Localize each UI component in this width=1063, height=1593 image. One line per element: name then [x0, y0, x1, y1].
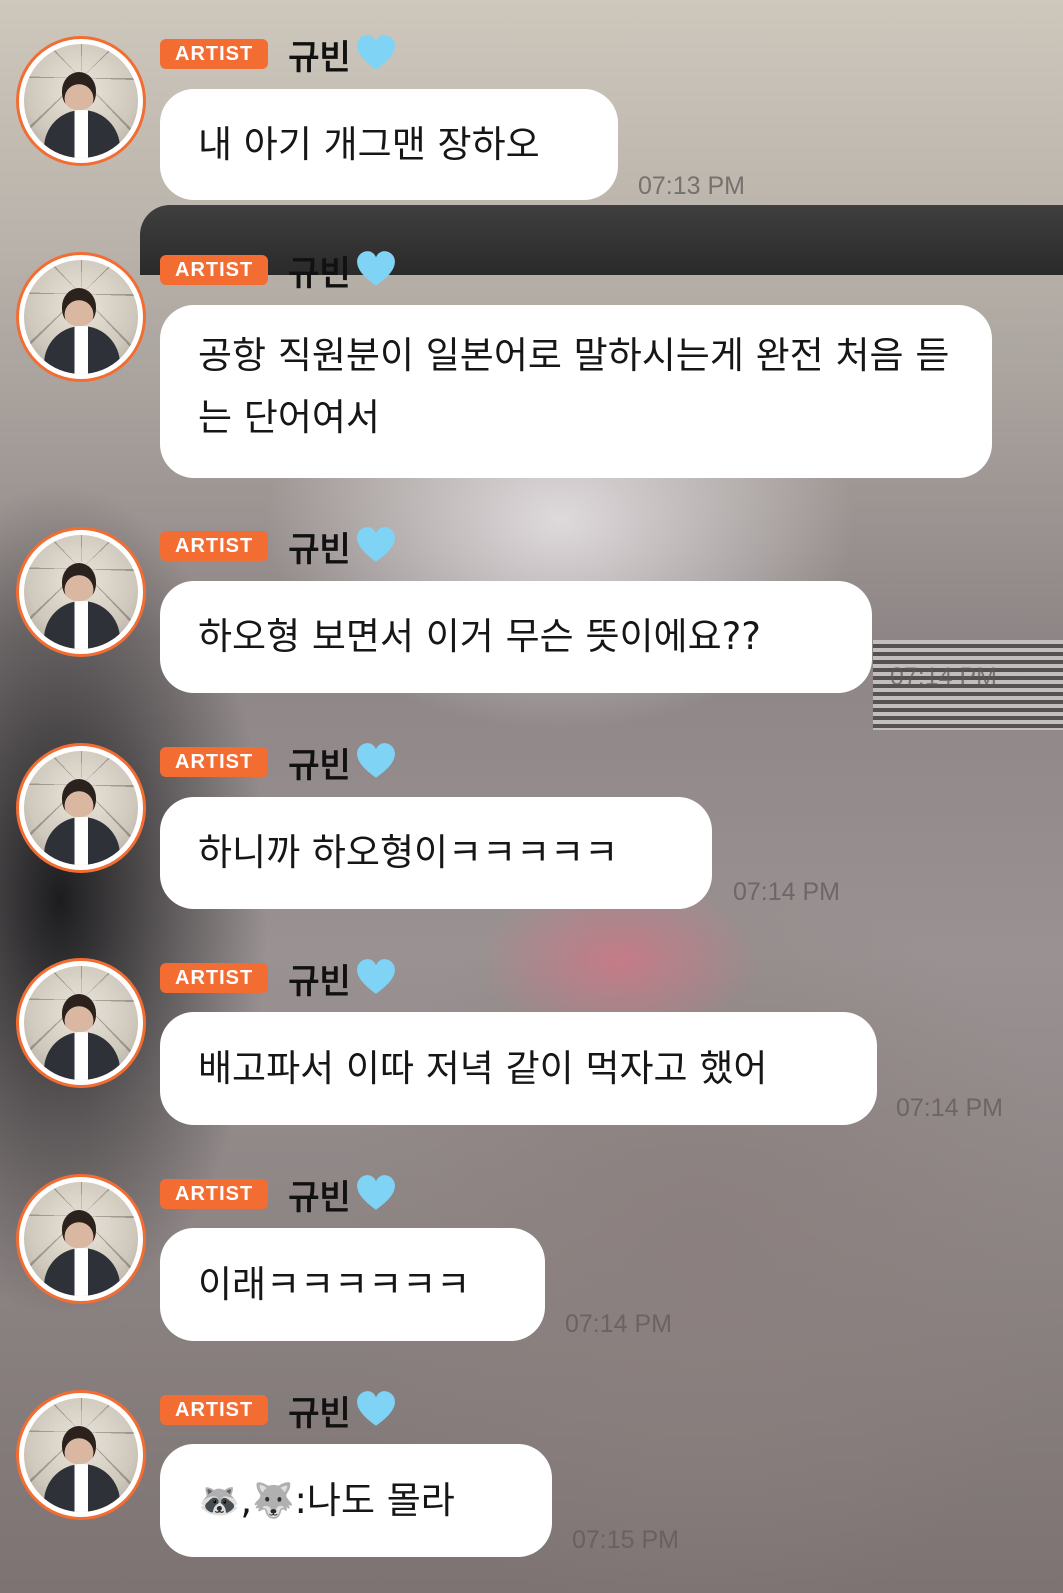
message-header: ARTIST 규빈 — [160, 1390, 397, 1434]
avatar-photo — [24, 535, 138, 649]
message-text: 내 아기 개그맨 장하오 — [198, 122, 540, 166]
message-header: ARTIST 규빈 — [160, 958, 397, 1002]
message-text: 하니까 하오형이ㅋㅋㅋㅋㅋ — [198, 831, 619, 874]
message-text-comma: , — [240, 1478, 253, 1522]
artist-avatar[interactable] — [16, 252, 146, 382]
message-header: ARTIST 규빈 — [160, 250, 397, 294]
message-text: :나도 몰라 — [294, 1478, 455, 1522]
message-timestamp: 07:13 PM — [638, 172, 746, 200]
artist-avatar[interactable] — [16, 36, 146, 166]
message-timestamp: 07:14 PM — [890, 663, 998, 691]
message-bubble: 내 아기 개그맨 장하오 — [160, 89, 618, 200]
artist-avatar[interactable] — [16, 527, 146, 657]
message-text: 배고파서 이따 저녁 같이 먹자고 했어 — [198, 1046, 768, 1090]
sender-name: 규빈 — [288, 529, 351, 570]
avatar-photo — [24, 1398, 138, 1512]
message-header: ARTIST 규빈 — [160, 1174, 397, 1218]
message-bubble: 하니까 하오형이ㅋㅋㅋㅋㅋ — [160, 797, 712, 909]
light-blue-heart-icon — [356, 35, 395, 70]
message-text: 이래ㅋㅋㅋㅋㅋㅋ — [198, 1262, 471, 1306]
sender-name: 규빈 — [288, 1393, 351, 1434]
message-header: ARTIST 규빈 — [160, 34, 397, 78]
wolf-emoji-icon: 🐺 — [252, 1480, 295, 1521]
avatar-photo — [24, 1182, 138, 1296]
artist-avatar[interactable] — [16, 1174, 146, 1304]
avatar-photo — [24, 260, 138, 374]
message-header: ARTIST 규빈 — [160, 742, 397, 786]
light-blue-heart-icon — [356, 743, 395, 778]
message-bubble: 공항 직원분이 일본어로 말하시는게 완전 처음 듣는 단어여서 — [160, 305, 992, 478]
message-timestamp: 07:14 PM — [896, 1094, 1004, 1122]
message-text: 공항 직원분이 일본어로 말하시는게 완전 처음 듣는 단어여서 — [198, 334, 950, 439]
light-blue-heart-icon — [356, 1391, 395, 1426]
artist-badge: ARTIST — [160, 1395, 269, 1425]
message-timestamp: 07:15 PM — [572, 1526, 680, 1554]
sender-name: 규빈 — [288, 37, 351, 78]
artist-badge: ARTIST — [160, 255, 269, 285]
message-bubble: 배고파서 이따 저녁 같이 먹자고 했어 — [160, 1012, 877, 1125]
sender-name: 규빈 — [288, 1177, 351, 1218]
artist-badge: ARTIST — [160, 531, 269, 561]
sender-name: 규빈 — [288, 253, 351, 294]
light-blue-heart-icon — [356, 527, 395, 562]
message-bubble: 하오형 보면서 이거 무슨 뜻이에요?? — [160, 581, 872, 693]
avatar-photo — [24, 44, 138, 158]
message-header: ARTIST 규빈 — [160, 526, 397, 570]
avatar-photo — [24, 966, 138, 1080]
artist-badge: ARTIST — [160, 1179, 269, 1209]
message-text: 하오형 보면서 이거 무슨 뜻이에요?? — [198, 615, 761, 658]
light-blue-heart-icon — [356, 251, 395, 286]
sender-name: 규빈 — [288, 961, 351, 1002]
light-blue-heart-icon — [356, 959, 395, 994]
sender-name: 규빈 — [288, 745, 351, 786]
message-timestamp: 07:14 PM — [733, 878, 841, 906]
artist-badge: ARTIST — [160, 39, 269, 69]
message-bubble: 🦝 , 🐺 :나도 몰라 — [160, 1444, 552, 1557]
artist-badge: ARTIST — [160, 963, 269, 993]
raccoon-emoji-icon: 🦝 — [198, 1480, 241, 1521]
artist-avatar[interactable] — [16, 958, 146, 1088]
message-timestamp: 07:14 PM — [565, 1310, 673, 1338]
light-blue-heart-icon — [356, 1175, 395, 1210]
artist-badge: ARTIST — [160, 747, 269, 777]
artist-avatar[interactable] — [16, 1390, 146, 1520]
avatar-photo — [24, 751, 138, 865]
message-bubble: 이래ㅋㅋㅋㅋㅋㅋ — [160, 1228, 545, 1341]
artist-avatar[interactable] — [16, 743, 146, 873]
